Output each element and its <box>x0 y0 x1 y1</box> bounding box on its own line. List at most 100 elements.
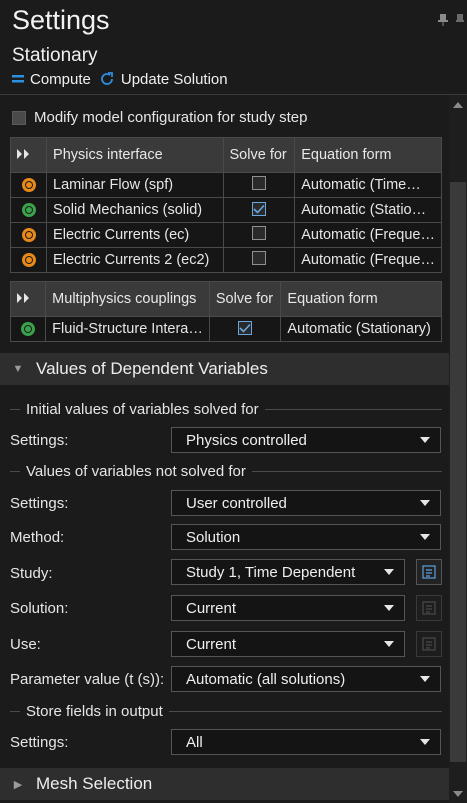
group-title: Values of variables not solved for <box>26 462 246 480</box>
column-header-form[interactable]: Equation form <box>280 281 442 317</box>
check-icon <box>253 204 265 214</box>
dropdown-arrow-icon <box>420 739 430 745</box>
go-to-source-icon <box>422 601 436 615</box>
compute-label: Compute <box>30 70 91 88</box>
equation-form[interactable]: Automatic (Time… <box>294 172 442 198</box>
group-initial-values: Initial values of variables solved for <box>10 400 442 418</box>
physics-name: Electric Currents (ec) <box>46 222 224 248</box>
column-header-form[interactable]: Equation form <box>294 137 442 173</box>
scroll-down-arrow-icon[interactable] <box>449 785 467 803</box>
column-header-coupling[interactable]: Multiphysics couplings <box>45 281 210 317</box>
section-title: Values of Dependent Variables <box>36 359 268 378</box>
use-label: Use: <box>10 636 41 653</box>
solve-checkbox[interactable] <box>251 226 266 240</box>
physics-name: Laminar Flow (spf) <box>46 172 224 198</box>
status-inactive-icon <box>21 178 36 193</box>
pin-icon[interactable] <box>438 14 448 29</box>
page-subtitle: Stationary <box>12 45 98 66</box>
solution-select[interactable]: Current <box>171 595 405 621</box>
check-icon <box>239 323 251 333</box>
scroll-up-arrow-icon[interactable] <box>449 96 467 114</box>
pin-icon-secondary[interactable] <box>456 14 464 29</box>
dropdown-arrow-icon <box>420 437 430 443</box>
settings-label: Settings: <box>10 432 69 449</box>
equation-form[interactable]: Automatic (Freque… <box>294 247 442 273</box>
group-not-solved: Values of variables not solved for <box>10 462 442 480</box>
scrollbar-thumb[interactable] <box>450 182 466 762</box>
multiphysics-table: Multiphysics couplings Solve for Equatio… <box>9 281 442 342</box>
table-row[interactable]: Electric Currents 2 (ec2) Automatic (Fre… <box>9 247 442 273</box>
equation-form[interactable]: Automatic (Freque… <box>294 222 442 248</box>
dropdown-arrow-icon <box>384 605 394 611</box>
use-select[interactable]: Current <box>171 631 405 657</box>
solution-label: Solution: <box>10 600 69 617</box>
column-header-solve[interactable]: Solve for <box>208 281 282 317</box>
physics-name: Solid Mechanics (solid) <box>46 197 224 223</box>
refresh-icon <box>100 72 113 85</box>
compute-icon <box>12 75 24 83</box>
status-active-icon <box>21 322 36 337</box>
section-title: Mesh Selection <box>36 774 153 793</box>
section-header-mesh-selection[interactable]: ▶ Mesh Selection <box>0 768 449 800</box>
update-solution-button[interactable]: Update Solution <box>99 71 228 88</box>
expand-triangle-icon: ▶ <box>13 778 23 791</box>
column-header-physics[interactable]: Physics interface <box>46 137 224 173</box>
group-store-fields: Store fields in output <box>10 702 442 720</box>
go-to-source-button-disabled <box>416 631 442 657</box>
expand-columns-icon[interactable] <box>9 281 47 317</box>
table-row[interactable]: Solid Mechanics (solid) Automatic (Stati… <box>9 197 442 223</box>
table-row[interactable]: Fluid-Structure Intera… Automatic (Stati… <box>9 316 442 342</box>
parameter-value-select[interactable]: Automatic (all solutions) <box>171 666 441 692</box>
select-value: User controlled <box>186 494 287 512</box>
table-row[interactable]: Laminar Flow (spf) Automatic (Time… <box>9 172 442 198</box>
go-to-source-button[interactable] <box>416 559 442 585</box>
expand-columns-icon[interactable] <box>9 137 48 173</box>
status-inactive-icon <box>21 253 36 268</box>
group-title: Store fields in output <box>26 702 163 720</box>
settings-label: Settings: <box>10 495 69 512</box>
status-inactive-icon <box>21 228 36 243</box>
select-value: Current <box>186 599 237 617</box>
table-row[interactable]: Electric Currents (ec) Automatic (Freque… <box>9 222 442 248</box>
table-header-row: Multiphysics couplings Solve for Equatio… <box>9 281 442 317</box>
compute-button[interactable]: Compute <box>12 71 91 88</box>
modify-config-checkbox[interactable] <box>12 110 26 125</box>
select-value: Solution <box>186 528 241 546</box>
dropdown-arrow-icon <box>420 500 430 506</box>
physics-name: Electric Currents 2 (ec2) <box>46 247 224 273</box>
solve-checkbox-checked[interactable] <box>251 202 266 216</box>
column-header-solve[interactable]: Solve for <box>222 137 296 173</box>
parameter-value-label: Parameter value (t (s)): <box>10 671 165 688</box>
select-value: Study 1, Time Dependent <box>186 563 356 581</box>
settings-select-store-fields[interactable]: All <box>171 729 441 755</box>
table-header-row: Physics interface Solve for Equation for… <box>9 137 442 173</box>
settings-select-not-solved[interactable]: User controlled <box>171 490 441 516</box>
study-label: Study: <box>10 565 53 582</box>
dropdown-arrow-icon <box>384 641 394 647</box>
equation-form[interactable]: Automatic (Stationary) <box>280 316 442 342</box>
select-value: Current <box>186 635 237 653</box>
solve-checkbox-checked[interactable] <box>238 321 253 335</box>
collapse-triangle-icon: ▼ <box>12 363 24 375</box>
divider <box>0 94 467 95</box>
go-to-source-icon <box>422 565 436 579</box>
update-solution-label: Update Solution <box>120 70 228 88</box>
select-value: Physics controlled <box>186 431 307 449</box>
select-value: All <box>186 733 203 751</box>
equation-form[interactable]: Automatic (Statio… <box>294 197 442 223</box>
settings-select-initial[interactable]: Physics controlled <box>171 427 441 453</box>
study-select[interactable]: Study 1, Time Dependent <box>171 559 405 585</box>
method-select[interactable]: Solution <box>171 524 441 550</box>
modify-config-label: Modify model configuration for study ste… <box>34 109 308 126</box>
dropdown-arrow-icon <box>420 534 430 540</box>
page-title: Settings <box>12 5 110 35</box>
method-label: Method: <box>10 529 65 546</box>
status-active-icon <box>21 203 36 218</box>
section-header-dependent-variables[interactable]: ▼ Values of Dependent Variables <box>0 353 449 385</box>
select-value: Automatic (all solutions) <box>186 670 346 688</box>
go-to-source-button-disabled <box>416 595 442 621</box>
solve-checkbox[interactable] <box>251 251 266 265</box>
solve-checkbox[interactable] <box>251 176 266 190</box>
group-title: Initial values of variables solved for <box>26 400 259 418</box>
modify-config-row[interactable]: Modify model configuration for study ste… <box>12 109 307 126</box>
